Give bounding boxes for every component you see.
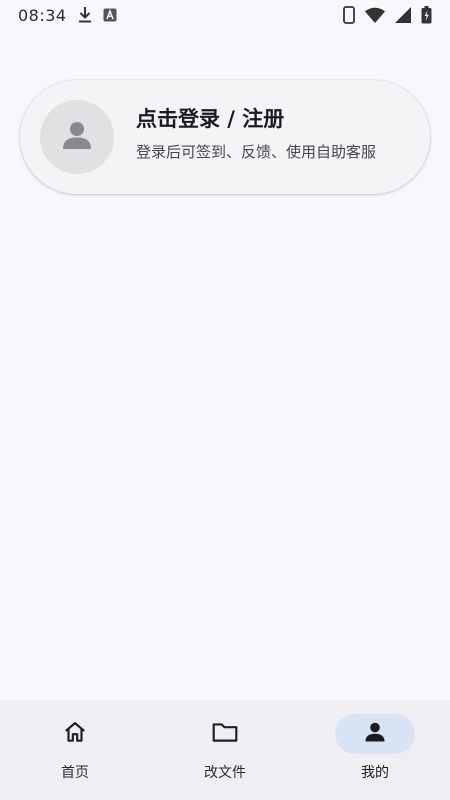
download-icon [77, 6, 93, 24]
nav-label-home: 首页 [61, 765, 89, 781]
nav-icon-wrap-files [185, 714, 265, 754]
nav-item-files[interactable]: 改文件 [150, 700, 300, 800]
folder-icon [211, 719, 239, 749]
nav-icon-wrap-mine [335, 714, 415, 754]
bottom-nav: 首页 改文件 我的 [0, 700, 450, 800]
signal-icon [395, 7, 411, 23]
login-title: 点击登录 / 注册 [136, 107, 285, 131]
home-icon [62, 719, 88, 749]
login-subtitle: 登录后可签到、反馈、使用自助客服 [136, 143, 377, 161]
status-time: 08:34 [18, 5, 67, 25]
status-right [343, 6, 432, 24]
nav-item-home[interactable]: 首页 [0, 700, 150, 800]
wifi-icon [365, 7, 385, 23]
person-icon [60, 118, 94, 156]
login-card-text: 点击登录 / 注册 登录后可签到、反馈、使用自助客服 [136, 104, 376, 162]
avatar [40, 100, 114, 174]
battery-charging-icon [421, 6, 432, 24]
nav-label-files: 改文件 [204, 765, 246, 781]
profile-screen: 08:34 点击登录 / 注册 登录后可签到、反馈、使用自助客服 首页 改文件 … [0, 0, 450, 800]
login-card[interactable]: 点击登录 / 注册 登录后可签到、反馈、使用自助客服 [20, 80, 430, 194]
person-icon [363, 720, 387, 748]
nav-icon-wrap-home [35, 714, 115, 754]
phone-icon [343, 6, 355, 24]
status-left: 08:34 [18, 6, 117, 25]
font-a-icon [103, 8, 117, 22]
nav-item-mine[interactable]: 我的 [300, 700, 450, 800]
status-bar: 08:34 [0, 0, 450, 30]
nav-label-mine: 我的 [361, 765, 389, 781]
